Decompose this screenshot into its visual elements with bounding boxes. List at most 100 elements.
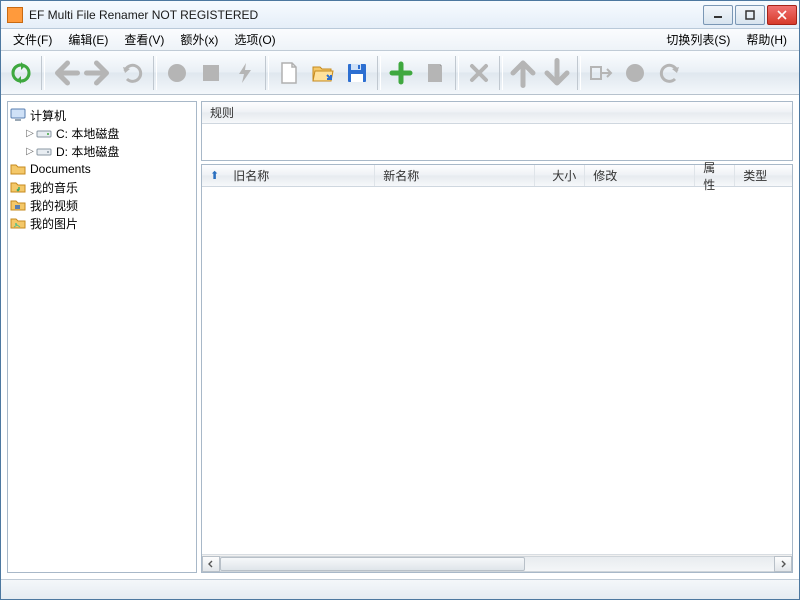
menu-file[interactable]: 文件(F) [5,29,60,50]
tree-label: 我的音乐 [30,179,78,196]
toolbar [1,51,799,95]
rules-header: 规则 [202,102,792,124]
window-buttons [701,5,797,25]
col-attributes[interactable]: 属性 [695,165,735,186]
toolbar-sep [265,56,269,90]
move-up-button[interactable] [507,56,539,90]
titlebar: EF Multi File Renamer NOT REGISTERED [1,1,799,29]
chevron-left-icon [207,560,215,568]
tree-documents[interactable]: Documents [10,160,194,178]
col-modified[interactable]: 修改 [585,165,695,186]
apply-icon [589,61,613,85]
revert-button[interactable] [653,56,685,90]
minimize-button[interactable] [703,5,733,25]
col-size[interactable]: 大小 [535,165,585,186]
edit-rule-button[interactable] [419,56,451,90]
record-stop-button[interactable] [195,56,227,90]
record-start-button[interactable] [161,56,193,90]
tree-label: Documents [30,162,91,176]
sort-asc-icon[interactable]: ⬆ [210,169,219,182]
menu-help[interactable]: 帮助(H) [738,29,795,50]
file-list-body[interactable] [202,187,792,554]
maximize-button[interactable] [735,5,765,25]
right-panel: 规则 ⬆ 旧名称 新名称 大小 修改 属性 类型 [201,101,793,573]
tree-label: C: 本地磁盘 [56,125,119,142]
folder-icon [10,161,26,177]
scroll-track[interactable] [220,556,774,572]
tree-label: 我的视频 [30,197,78,214]
scroll-right-button[interactable] [774,556,792,572]
app-icon [7,7,23,23]
content-area: 计算机 ▷ C: 本地磁盘 ▷ D: 本地磁盘 Documen [1,95,799,579]
toolbar-sep [455,56,459,90]
col-type[interactable]: 类型 [735,165,792,186]
move-down-button[interactable] [541,56,573,90]
expander-icon[interactable]: ▷ [24,128,36,139]
new-file-button[interactable] [273,56,305,90]
file-list-header: ⬆ 旧名称 新名称 大小 修改 属性 类型 [202,165,792,187]
preview-button[interactable] [619,56,651,90]
floppy-icon [345,61,369,85]
menu-edit[interactable]: 编辑(E) [60,29,116,50]
arrow-left-icon [50,58,80,88]
app-window: EF Multi File Renamer NOT REGISTERED 文件(… [0,0,800,600]
folder-open-icon [311,61,335,85]
menubar: 文件(F) 编辑(E) 查看(V) 额外(x) 选项(O) 切换列表(S) 帮助… [1,29,799,51]
tree-pictures[interactable]: 我的图片 [10,214,194,232]
open-folder-button[interactable] [307,56,339,90]
arrow-right-icon [84,58,114,88]
menu-switch-list[interactable]: 切换列表(S) [658,29,738,50]
chevron-right-icon [779,560,787,568]
refresh-button[interactable] [5,56,37,90]
rules-title: 规则 [210,104,234,121]
scroll-thumb[interactable] [220,557,525,571]
tree-label: 我的图片 [30,215,78,232]
delete-button[interactable] [463,56,495,90]
add-button[interactable] [385,56,417,90]
save-button[interactable] [341,56,373,90]
rules-panel: 规则 [201,101,793,161]
music-folder-icon [10,179,26,195]
flash-button[interactable] [229,56,261,90]
drive-icon [36,143,52,159]
menu-view[interactable]: 查看(V) [116,29,172,50]
window-title: EF Multi File Renamer NOT REGISTERED [29,8,701,22]
circle-icon [165,61,189,85]
toolbar-sep [377,56,381,90]
tree-label: 计算机 [30,107,66,124]
file-icon [277,61,301,85]
file-list-panel: ⬆ 旧名称 新名称 大小 修改 属性 类型 [201,164,793,573]
folder-tree[interactable]: 计算机 ▷ C: 本地磁盘 ▷ D: 本地磁盘 Documen [7,101,197,573]
arrow-up-icon [508,58,538,88]
computer-icon [10,107,26,123]
rules-list[interactable] [202,124,792,160]
menu-options[interactable]: 选项(O) [226,29,283,50]
tree-drive-c[interactable]: ▷ C: 本地磁盘 [10,124,194,142]
arrow-down-icon [542,58,572,88]
expander-icon[interactable]: ▷ [24,146,36,157]
note-icon [423,61,447,85]
col-old-name[interactable]: 旧名称 [225,165,375,186]
tree-root-computer[interactable]: 计算机 [10,106,194,124]
tree-drive-d[interactable]: ▷ D: 本地磁盘 [10,142,194,160]
tree-videos[interactable]: 我的视频 [10,196,194,214]
toolbar-sep [153,56,157,90]
scroll-left-button[interactable] [202,556,220,572]
picture-folder-icon [10,215,26,231]
refresh-icon [9,61,33,85]
x-icon [467,61,491,85]
back-button[interactable] [49,56,81,90]
tree-music[interactable]: 我的音乐 [10,178,194,196]
maximize-icon [745,10,755,20]
undo-icon [121,61,145,85]
drive-icon [36,125,52,141]
apply-button[interactable] [585,56,617,90]
toolbar-sep [577,56,581,90]
square-icon [199,61,223,85]
horizontal-scrollbar[interactable] [202,554,792,572]
forward-button[interactable] [83,56,115,90]
close-button[interactable] [767,5,797,25]
undo-button[interactable] [117,56,149,90]
menu-extra[interactable]: 额外(x) [172,29,226,50]
col-new-name[interactable]: 新名称 [375,165,535,186]
